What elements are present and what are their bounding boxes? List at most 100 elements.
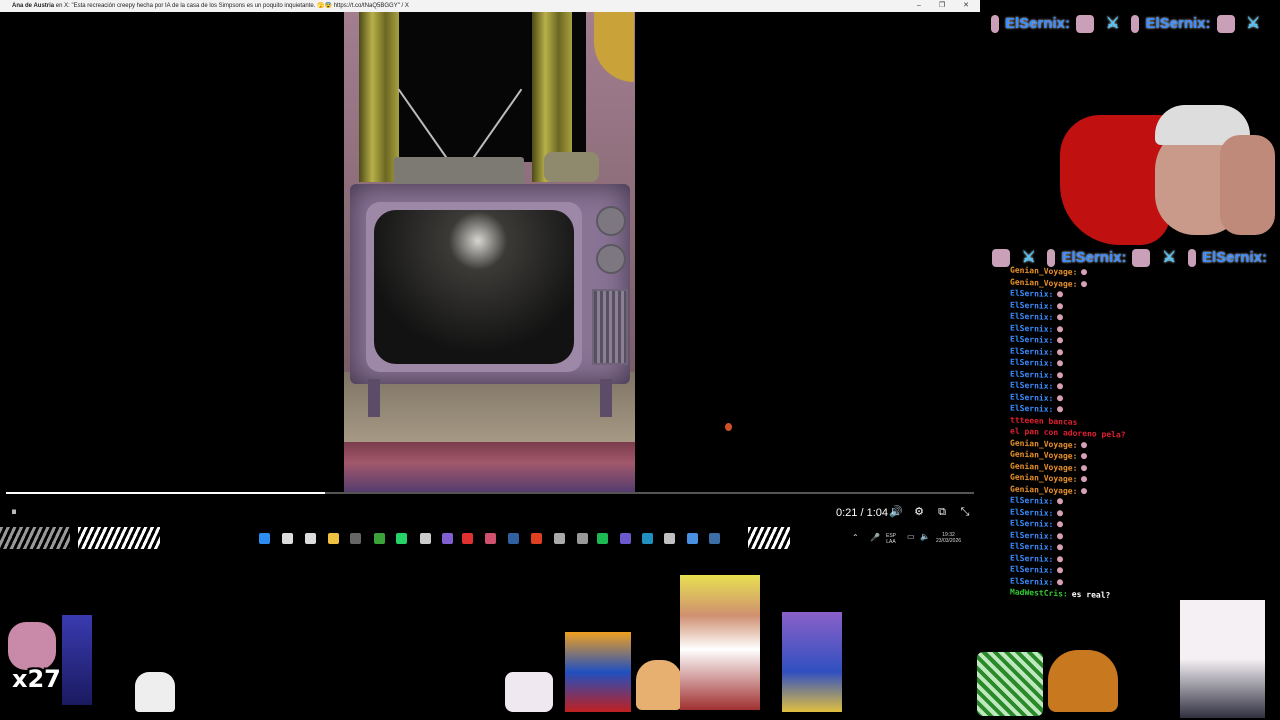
tv-screen	[374, 210, 574, 364]
emote-icon	[1047, 249, 1056, 268]
emote-icon	[991, 15, 999, 34]
search-icon[interactable]	[282, 533, 293, 544]
emote-icon	[1057, 302, 1064, 309]
chat-username: ElSernix:	[1010, 564, 1054, 576]
calculator-icon[interactable]	[350, 533, 361, 544]
windows-taskbar: ⌃ 🎤 ESP LAA ▭ 🔈 19:32 23/03/2026	[0, 524, 980, 552]
spotify-icon[interactable]	[597, 533, 608, 544]
chat-username: ElSernix:	[1010, 403, 1054, 415]
window-title: Ana de Austria en X: "Esta recreación cr…	[12, 3, 409, 9]
progress-fill	[6, 492, 326, 494]
app-icon[interactable]	[620, 533, 631, 544]
tv-leg-right	[600, 379, 612, 417]
emote-icon	[1057, 360, 1064, 367]
file-explorer-icon[interactable]	[328, 533, 339, 544]
emote-icon	[1081, 269, 1088, 276]
app-icon[interactable]	[642, 533, 653, 544]
volume-button[interactable]: 🔊	[888, 504, 904, 520]
digimon-sprite	[565, 632, 631, 712]
gaming-chair	[1060, 115, 1170, 245]
microphone-icon[interactable]: 🎤	[870, 534, 880, 542]
app-icon[interactable]	[687, 533, 698, 544]
emote-icon	[1057, 509, 1064, 516]
app-icon[interactable]	[577, 533, 588, 544]
emote-icon	[1081, 453, 1088, 460]
network-icon[interactable]: ▭	[907, 533, 915, 541]
chat-username: MadWestCris:	[1010, 587, 1068, 599]
tv-leg-left	[368, 379, 380, 417]
chat-username: ElSernix:	[1010, 541, 1054, 553]
chat-username: ElSernix:	[1010, 518, 1054, 530]
chat-username: ElSernix:	[1010, 300, 1054, 311]
chat-log: Genian_Voyage: Genian_Voyage: ElSernix: ElS…	[1010, 265, 1210, 652]
emote-icon	[1216, 15, 1235, 34]
emote-icon	[1057, 371, 1064, 378]
sword-icon: ⚔	[1022, 249, 1036, 266]
emote-icon	[1131, 15, 1140, 34]
sword-icon: ⚔	[1106, 15, 1120, 32]
emote-icon	[1057, 555, 1064, 562]
restore-button[interactable]: ❐	[931, 0, 953, 12]
app-icon[interactable]	[420, 533, 431, 544]
app-icon[interactable]	[554, 533, 565, 544]
windows-icon[interactable]	[259, 533, 270, 544]
vtuber-sprite	[1180, 600, 1265, 718]
emote-icon	[1081, 476, 1088, 483]
chat-username: ElSernix:	[1010, 576, 1054, 587]
emote-icon	[1057, 314, 1064, 321]
settings-button[interactable]: ⚙	[911, 504, 927, 520]
emote-icon	[1081, 464, 1088, 471]
app-icon[interactable]	[664, 533, 675, 544]
emote-icon	[1081, 487, 1088, 494]
pause-button[interactable]: ⏸	[6, 504, 22, 520]
emote-icon	[1057, 498, 1064, 505]
emote-icon	[1057, 325, 1064, 332]
app-icon[interactable]	[462, 533, 473, 544]
speaker-icon[interactable]: 🔈	[920, 533, 930, 541]
time-display: 0:21 / 1:04	[836, 507, 888, 519]
cat-sprite	[505, 672, 553, 712]
tv-top-box	[394, 157, 524, 185]
beerus-sprite	[782, 612, 842, 712]
app-icon[interactable]	[442, 533, 453, 544]
task-view-icon[interactable]	[305, 533, 316, 544]
exit-fullscreen-button[interactable]: ⤡	[957, 504, 973, 520]
emote-icon	[1076, 15, 1095, 34]
minimize-button[interactable]: –	[908, 0, 930, 12]
emote-counter: x27	[12, 665, 61, 693]
progress-bar[interactable]	[6, 492, 974, 494]
close-button[interactable]: ✕	[955, 0, 977, 12]
cup-sprite	[977, 652, 1043, 716]
emote-icon	[1081, 441, 1088, 448]
chat-username: ElSernix:	[1010, 288, 1054, 300]
steam-icon[interactable]	[508, 533, 519, 544]
pixel-character	[62, 615, 92, 705]
emote-icon	[1057, 544, 1064, 551]
clock[interactable]: 19:32 23/03/2026	[936, 532, 961, 544]
tv-speaker-grille	[592, 289, 628, 365]
chat-username: ElSernix:	[1010, 553, 1054, 564]
steam-icon[interactable]	[709, 533, 720, 544]
emote-icon	[1187, 249, 1196, 268]
emote-icon	[1057, 521, 1064, 528]
chat-banner-top: ElSernix: ⚔ ElSernix: ⚔	[985, 14, 1280, 40]
whatsapp-icon[interactable]	[396, 533, 407, 544]
emote-icon	[1057, 291, 1064, 298]
emote-icon	[1057, 383, 1064, 390]
xbox-icon[interactable]	[374, 533, 385, 544]
video-frame[interactable]	[344, 12, 635, 494]
brave-icon[interactable]	[531, 533, 542, 544]
sword-icon: ⚔	[1246, 15, 1260, 32]
popout-button[interactable]: ⧉	[934, 504, 950, 520]
language-indicator[interactable]: ESP LAA	[886, 533, 896, 545]
chat-username: ElSernix:	[1010, 530, 1054, 541]
tray-chevron-icon[interactable]: ⌃	[852, 534, 859, 542]
chat-username: Genian_Voyage:	[1010, 484, 1078, 496]
curtain-left	[359, 12, 399, 182]
chat-username: Genian_Voyage:	[1010, 277, 1078, 289]
chat-username: Genian_Voyage:	[1010, 438, 1078, 450]
streamer-hand	[1220, 135, 1275, 235]
app-icon[interactable]	[485, 533, 496, 544]
emote-icon	[1132, 249, 1151, 268]
krillin-sprite	[636, 660, 682, 710]
